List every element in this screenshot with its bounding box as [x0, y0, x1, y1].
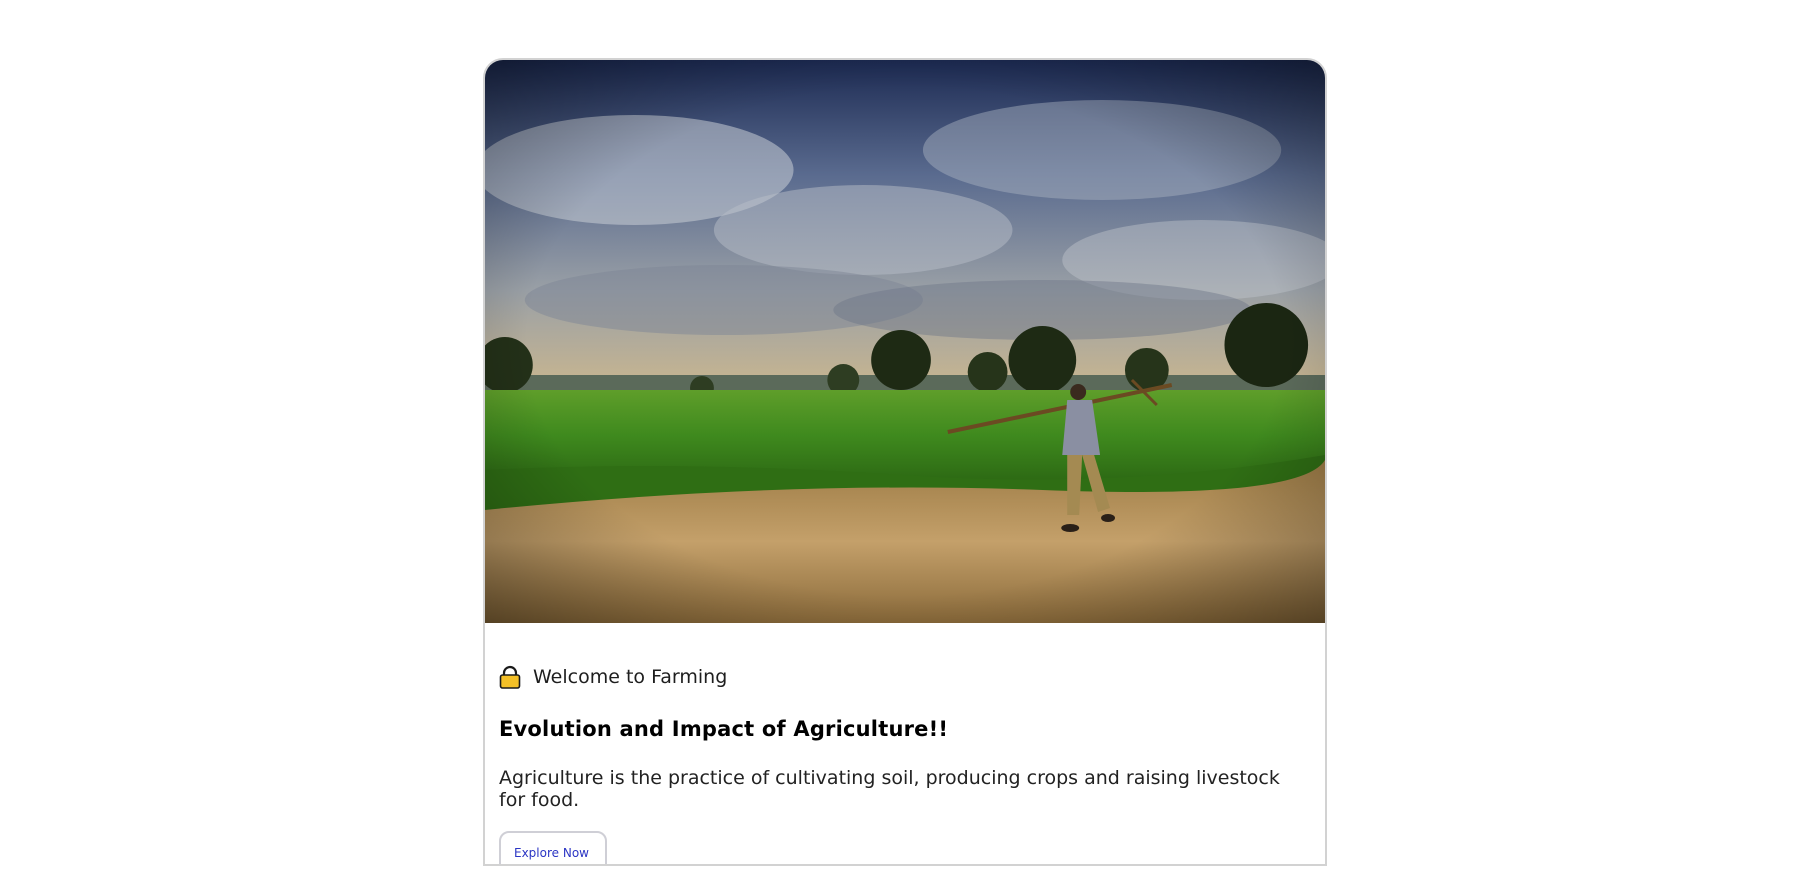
article-card: Welcome to Farming Evolution and Impact … [483, 58, 1327, 866]
farming-hero-image [485, 60, 1325, 623]
article-title: Evolution and Impact of Agriculture!! [499, 717, 949, 741]
card-body: Welcome to Farming Evolution and Impact … [485, 623, 1325, 864]
explore-now-button[interactable]: Explore Now [499, 831, 607, 864]
eyebrow-row: Welcome to Farming [499, 663, 1311, 691]
eyebrow-text: Welcome to Farming [533, 666, 728, 688]
lock-icon [499, 665, 521, 689]
article-description: Agriculture is the practice of cultivati… [499, 767, 1280, 811]
page: Welcome to Farming Evolution and Impact … [0, 0, 1794, 892]
